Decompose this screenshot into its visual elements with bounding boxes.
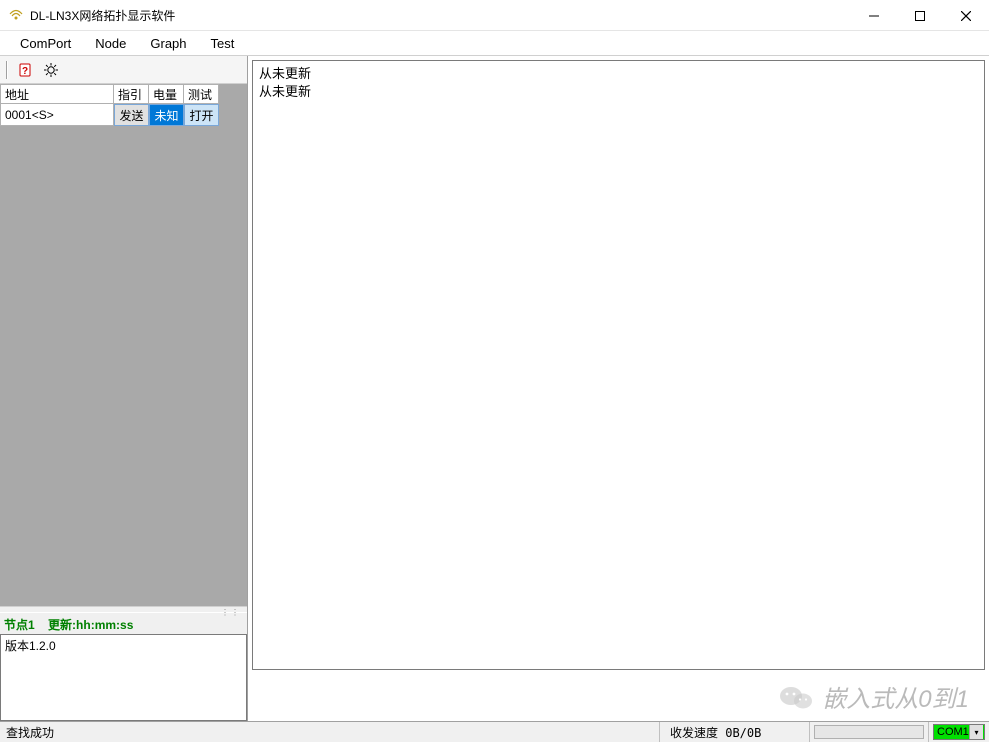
output-panel[interactable]: 从未更新 从未更新 xyxy=(252,60,985,670)
open-button[interactable]: 打开 xyxy=(184,104,219,126)
comport-combo[interactable]: COM17 ▾ xyxy=(933,724,985,740)
minimize-button[interactable] xyxy=(851,0,897,31)
menu-bar: ComPort Node Graph Test xyxy=(0,31,989,56)
table-row[interactable]: 0001<S> 发送 未知 打开 xyxy=(0,104,247,126)
header-test[interactable]: 测试 xyxy=(184,84,219,104)
status-speed: 收发速度 0B/0B xyxy=(660,722,810,742)
menu-node[interactable]: Node xyxy=(83,33,138,54)
help-icon[interactable]: ? xyxy=(16,60,34,80)
output-line: 从未更新 xyxy=(259,65,978,83)
status-message: 查找成功 xyxy=(0,722,660,742)
title-bar: DL-LN3X网络拓扑显示软件 xyxy=(0,0,989,31)
app-icon xyxy=(8,7,24,23)
cell-address: 0001<S> xyxy=(0,104,114,126)
header-battery[interactable]: 电量 xyxy=(149,84,184,104)
progress-bar xyxy=(814,725,924,739)
close-button[interactable] xyxy=(943,0,989,31)
status-bar: 查找成功 收发速度 0B/0B COM17 ▾ xyxy=(0,721,989,742)
node-status: 节点1 更新:hh:mm:ss xyxy=(0,612,247,634)
status-progress xyxy=(810,722,929,742)
header-address[interactable]: 地址 xyxy=(0,84,114,104)
header-index[interactable]: 指引 xyxy=(114,84,149,104)
send-button[interactable]: 发送 xyxy=(114,104,149,126)
toolbar: ? xyxy=(0,56,247,84)
left-pane: ? 地址 指引 电量 测试 0001<S> 发送 未知 打开 ⋮⋮ 节点1 xyxy=(0,56,248,721)
output-line: 从未更新 xyxy=(259,83,978,101)
log-line: 版本1.2.0 xyxy=(5,637,242,654)
node-label: 节点1 xyxy=(4,618,35,632)
node-table: 地址 指引 电量 测试 0001<S> 发送 未知 打开 xyxy=(0,84,247,606)
status-comport: COM17 ▾ xyxy=(929,722,989,742)
update-timestamp: 更新:hh:mm:ss xyxy=(48,618,133,632)
log-textarea[interactable]: 版本1.2.0 xyxy=(0,634,247,721)
menu-comport[interactable]: ComPort xyxy=(8,33,83,54)
splitter-horizontal[interactable]: ⋮⋮ xyxy=(0,606,247,612)
lightbulb-icon[interactable] xyxy=(42,60,60,80)
maximize-button[interactable] xyxy=(897,0,943,31)
menu-test[interactable]: Test xyxy=(199,33,247,54)
graph-area xyxy=(248,670,989,721)
chevron-down-icon: ▾ xyxy=(969,725,983,739)
battery-cell[interactable]: 未知 xyxy=(149,104,184,126)
right-pane: 从未更新 从未更新 xyxy=(248,56,989,721)
menu-graph[interactable]: Graph xyxy=(138,33,198,54)
toolbar-separator xyxy=(6,61,8,79)
svg-text:?: ? xyxy=(22,66,28,77)
table-header: 地址 指引 电量 测试 xyxy=(0,84,247,104)
window-title: DL-LN3X网络拓扑显示软件 xyxy=(30,7,851,24)
